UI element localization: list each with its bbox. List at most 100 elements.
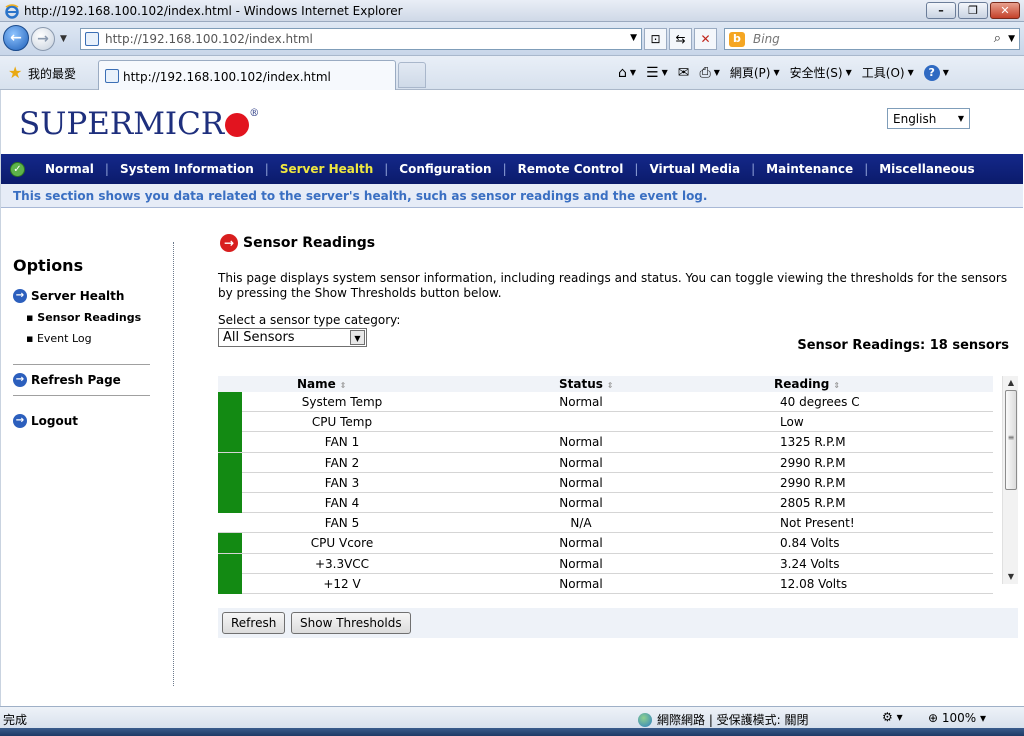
sidebar-refresh-label: Refresh Page [31,373,121,387]
status-indicator [218,452,242,473]
sensor-reading: Low [780,415,804,430]
tab-label: http://192.168.100.102/index.html [123,70,331,84]
category-label: Select a sensor type category: [218,313,401,327]
stop-button[interactable]: ✕ [694,28,717,50]
address-input[interactable]: http://192.168.100.102/index.html ▼ [80,28,642,50]
window-controls: – ❐ ✕ [926,2,1020,19]
mail-button[interactable]: ✉ [678,65,690,81]
zoom-control[interactable]: ⊕ 100% ▾ [928,711,986,725]
page-title: Sensor Readings [243,235,376,251]
status-indicator [218,492,242,513]
sort-icon: ⇕ [833,381,841,390]
status-bar: 完成 網際網路 | 受保護模式: 關閉 ⚙ ▾ ⊕ 100% ▾ [0,706,1024,728]
sensor-name: +12 V [323,576,361,591]
scroll-up-icon[interactable]: ▲ [1003,376,1019,390]
refresh-button[interactable]: Refresh [222,612,286,634]
feeds-button[interactable]: ☰ ▼ [646,65,668,81]
scroll-down-icon[interactable]: ▼ [1003,570,1019,584]
sort-icon: ⇕ [606,381,614,390]
back-button[interactable]: ← [3,25,29,51]
tools-menu[interactable]: 工具(O) ▼ [862,64,914,81]
home-button[interactable]: ⌂ ▼ [618,65,636,81]
safety-menu[interactable]: 安全性(S) ▼ [790,64,852,81]
nav-miscellaneous[interactable]: Miscellaneous [868,162,985,176]
sensor-status: N/A [570,516,592,531]
sidebar-server-health[interactable]: → Server Health [13,289,124,303]
chevron-down-icon: ▼ [350,330,365,345]
feeds-dropdown-icon: ▼ [661,68,668,77]
search-dropdown-icon[interactable]: ▼ [1008,34,1015,44]
section-description: This section shows you data related to t… [13,189,708,203]
grip-icon: ≡ [1007,433,1015,442]
status-indicator [218,553,242,574]
language-select[interactable]: English ▼ [887,108,970,129]
home-dropdown-icon: ▼ [629,68,637,77]
table-scrollbar[interactable]: ▲ ≡ ▼ [1002,376,1018,584]
back-arrow-icon: ← [10,30,22,46]
search-icon[interactable]: ⌕ [994,31,1001,46]
column-header-name[interactable]: Name ⇕ [297,377,347,391]
nav-remote-control[interactable]: Remote Control [507,162,635,176]
sidebar-divider [13,395,150,396]
category-value: All Sensors [223,330,295,345]
web-page: SUPERMICR ® English ▼ ✓ Normal | System I… [0,90,1023,706]
scroll-thumb[interactable]: ≡ [1005,390,1017,490]
show-thresholds-button[interactable]: Show Thresholds [291,612,411,634]
close-button[interactable]: ✕ [990,2,1020,19]
sensor-category-select[interactable]: All Sensors ▼ [218,328,367,347]
sidebar-item-sensor-readings[interactable]: ▪ Sensor Readings [26,311,141,324]
sensor-reading: 2990 R.P.M [780,455,846,470]
sidebar-vertical-divider [173,242,174,686]
nav-normal[interactable]: Normal [34,162,105,176]
status-indicator [218,472,242,493]
browser-tab[interactable]: http://192.168.100.102/index.html [98,60,396,90]
address-dropdown-icon[interactable]: ▼ [630,33,637,43]
search-box[interactable]: b ⌕ ▼ [724,28,1020,50]
search-input[interactable] [751,31,981,47]
protected-mode-icon[interactable]: ⚙ ▾ [882,710,903,724]
page-menu[interactable]: 網頁(P) ▼ [730,64,780,81]
nav-system-information[interactable]: System Information [109,162,265,176]
favorites-button[interactable]: 我的最愛 [28,65,76,82]
column-header-reading[interactable]: Reading ⇕ [774,377,840,391]
favorites-star-icon[interactable]: ★ [8,63,22,82]
supermicro-logo: SUPERMICR ® [19,106,259,142]
sensor-status: Normal [559,576,603,591]
table-row: FAN 3 Normal 2990 R.P.M [218,472,993,493]
sidebar-refresh-page[interactable]: → Refresh Page [13,373,121,387]
history-dropdown-icon[interactable]: ▼ [60,34,67,44]
sensor-status: Normal [559,536,603,551]
sensor-name: System Temp [301,395,383,409]
sidebar-logout[interactable]: → Logout [13,414,78,428]
security-zone[interactable]: 網際網路 | 受保護模式: 關閉 [638,711,809,728]
page-icon [85,32,99,46]
nav-server-health[interactable]: Server Health [269,162,384,176]
nav-virtual-media[interactable]: Virtual Media [638,162,751,176]
new-tab-button[interactable] [398,62,426,88]
sensor-name: CPU Vcore [310,536,374,551]
sensor-count: Sensor Readings: 18 sensors [797,338,1009,353]
table-row: System Temp Normal 40 degrees C [218,392,993,413]
registered-mark-icon: ® [249,108,260,119]
sensor-status: Normal [559,495,603,510]
compatibility-view-button[interactable]: ⊡ [644,28,667,50]
help-menu[interactable]: ? ▼ [923,64,949,81]
maximize-button[interactable]: ❐ [958,2,988,19]
minimize-icon: – [938,4,944,17]
help-icon: ? [923,64,940,81]
close-icon: ✕ [1000,4,1010,17]
nav-maintenance[interactable]: Maintenance [755,162,864,176]
address-actions: ⊡ ⇆ ✕ [644,28,717,50]
refresh-icon: ⇆ [675,32,686,46]
refresh-browser-button[interactable]: ⇆ [669,28,692,50]
sidebar-item-event-log[interactable]: ▪ Event Log [26,332,92,345]
nav-configuration[interactable]: Configuration [388,162,502,176]
column-header-status[interactable]: Status ⇕ [559,377,614,391]
print-button[interactable]: ⎙ ▼ [700,65,720,81]
zone-label: 網際網路 | 受保護模式: 關閉 [657,713,809,727]
mail-icon: ✉ [677,64,690,81]
status-indicator [218,392,242,412]
forward-button[interactable]: → [31,27,55,51]
tab-page-icon [105,69,119,83]
minimize-button[interactable]: – [926,2,956,19]
